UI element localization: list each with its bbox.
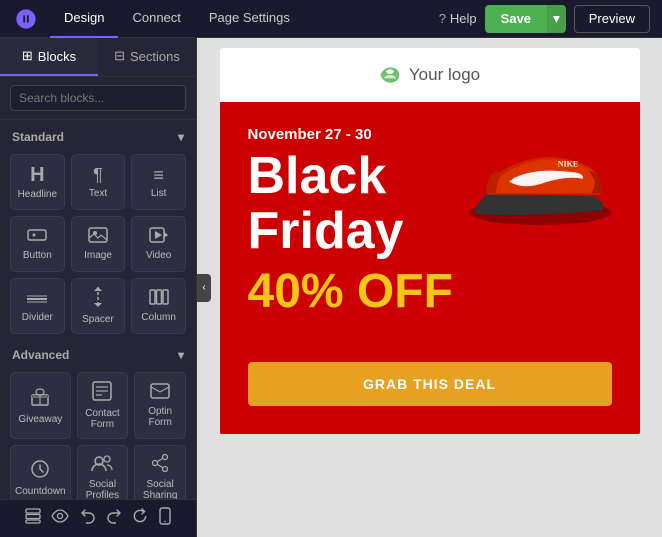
block-video[interactable]: Video [131, 216, 186, 272]
block-giveaway[interactable]: Giveaway [10, 372, 71, 439]
cta-button[interactable]: GRAB THIS DEAL [248, 362, 612, 406]
sidebar-tab-blocks[interactable]: ⊞ Blocks [0, 38, 98, 76]
block-image[interactable]: Image [71, 216, 126, 272]
social-sharing-icon [151, 454, 169, 475]
text-icon: ¶ [93, 166, 103, 184]
countdown-icon [30, 459, 50, 482]
block-column[interactable]: Column [131, 278, 186, 334]
nav-right: ? Help Save ▾ Preview [439, 5, 650, 33]
blocks-icon: ⊞ [22, 48, 33, 64]
save-button-group: Save ▾ [485, 5, 566, 33]
image-icon [88, 227, 108, 246]
collapse-handle[interactable]: ‹ [197, 274, 211, 302]
email-header: Your logo [220, 48, 640, 102]
app-logo [12, 5, 40, 33]
divider-icon [27, 290, 47, 308]
email-canvas: Your logo November 27 - 30 Black Friday … [220, 48, 640, 434]
sections-icon: ⊟ [114, 48, 125, 64]
top-navigation: Design Connect Page Settings ? Help Save… [0, 0, 662, 38]
email-cta: GRAB THIS DEAL [220, 362, 640, 434]
block-button[interactable]: Button [10, 216, 65, 272]
contact-form-icon [92, 381, 112, 404]
email-logo: Your logo [236, 64, 624, 86]
block-spacer[interactable]: Spacer [71, 278, 126, 334]
search-area [0, 77, 196, 120]
sidebar-tabs: ⊞ Blocks ⊟ Sections [0, 38, 196, 77]
block-social-profiles[interactable]: Social Profiles [77, 445, 129, 499]
help-button[interactable]: ? Help [439, 11, 477, 26]
eye-icon[interactable] [51, 509, 69, 528]
layers-icon[interactable] [25, 508, 41, 529]
list-icon: ≡ [153, 166, 164, 184]
block-countdown[interactable]: Countdown [10, 445, 71, 499]
headline-icon: H [30, 165, 44, 185]
canvas-area: ‹ Your logo November 27 - 30 [197, 38, 662, 537]
refresh-icon[interactable] [132, 508, 148, 529]
nav-tab-design[interactable]: Design [50, 0, 118, 38]
email-hero: November 27 - 30 Black Friday 40% OFF [220, 102, 640, 362]
bottom-toolbar [0, 499, 196, 537]
social-profiles-icon [91, 454, 113, 475]
sidebar: ⊞ Blocks ⊟ Sections Standard ▾ H Headlin… [0, 38, 197, 537]
mobile-icon[interactable] [159, 507, 171, 530]
video-icon [149, 227, 169, 246]
svg-text:NIKE: NIKE [557, 159, 577, 168]
advanced-section-header: Advanced ▾ [0, 338, 196, 368]
advanced-blocks-grid: Giveaway Contact Form Optin Form [0, 368, 196, 499]
block-contact-form[interactable]: Contact Form [77, 372, 129, 439]
block-social-sharing[interactable]: Social Sharing [134, 445, 186, 499]
redo-icon[interactable] [106, 508, 122, 529]
chevron-down-icon: ▾ [178, 130, 184, 144]
optin-form-icon [150, 383, 170, 402]
standard-section-header: Standard ▾ [0, 120, 196, 150]
block-list[interactable]: ≡ List [131, 154, 186, 210]
sidebar-tab-sections[interactable]: ⊟ Sections [98, 38, 196, 76]
shoe-image: NIKE [460, 112, 620, 242]
sidebar-content: Standard ▾ H Headline ¶ Text ≡ List [0, 120, 196, 499]
undo-icon[interactable] [80, 508, 96, 529]
giveaway-icon [30, 387, 50, 410]
spacer-icon [90, 287, 106, 310]
search-input[interactable] [10, 85, 186, 111]
button-icon [27, 227, 47, 246]
main-layout: ⊞ Blocks ⊟ Sections Standard ▾ H Headlin… [0, 38, 662, 537]
block-optin-form[interactable]: Optin Form [134, 372, 186, 439]
block-divider[interactable]: Divider [10, 278, 65, 334]
save-dropdown-button[interactable]: ▾ [547, 5, 566, 33]
column-icon [149, 289, 169, 308]
nav-tabs: Design Connect Page Settings [50, 0, 439, 38]
nav-tab-page-settings[interactable]: Page Settings [195, 0, 304, 38]
chevron-down-icon-advanced: ▾ [178, 348, 184, 362]
block-headline[interactable]: H Headline [10, 154, 65, 210]
preview-button[interactable]: Preview [574, 5, 650, 33]
save-button[interactable]: Save [485, 5, 547, 33]
nav-tab-connect[interactable]: Connect [118, 0, 194, 38]
hero-discount: 40% OFF [248, 268, 612, 316]
standard-blocks-grid: H Headline ¶ Text ≡ List Button [0, 150, 196, 338]
block-text[interactable]: ¶ Text [71, 154, 126, 210]
